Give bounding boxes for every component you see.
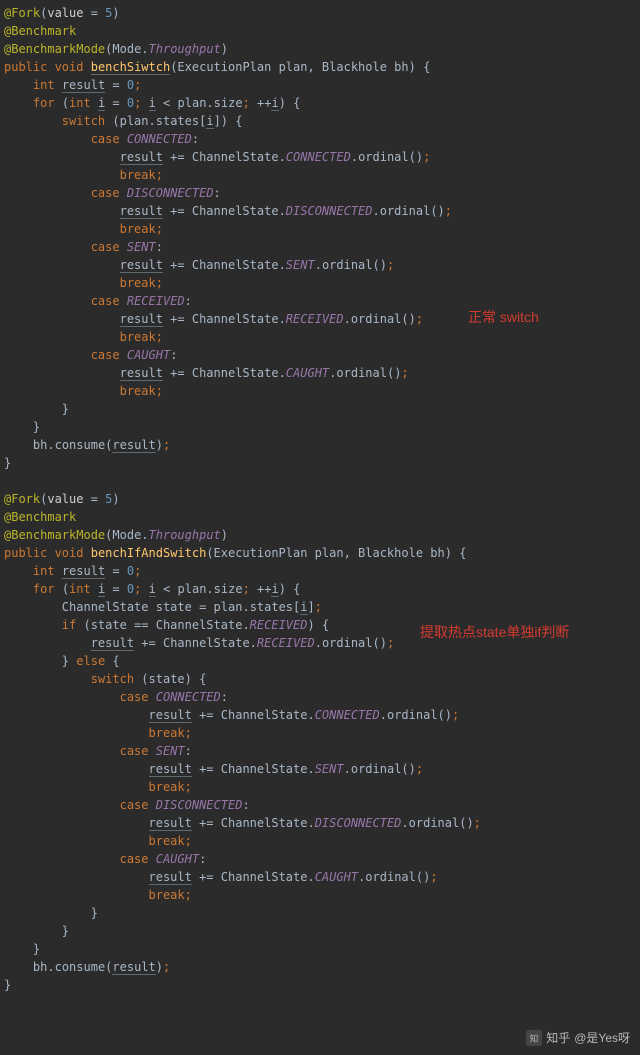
method-name-2: benchIfAndSwitch (91, 546, 207, 560)
annotation-label-1: 正常 switch (468, 308, 618, 326)
watermark: 知 知乎 @是Yes呀 (526, 1029, 630, 1047)
method-name-1: benchSiwtch (91, 60, 170, 75)
annotation-benchmark: @Benchmark (4, 24, 76, 38)
zhihu-logo-icon: 知 (526, 1030, 542, 1046)
watermark-site: 知乎 (546, 1029, 570, 1047)
annotation-fork: @Fork (4, 6, 40, 20)
watermark-author: @是Yes呀 (574, 1029, 630, 1047)
annotation-mode: @BenchmarkMode (4, 42, 105, 56)
code-block: @Fork(value = 5) @Benchmark @BenchmarkMo… (4, 4, 640, 994)
annotation-label-2: 提取热点state单独if判断 (420, 623, 620, 641)
svg-text:知: 知 (530, 1032, 539, 1043)
